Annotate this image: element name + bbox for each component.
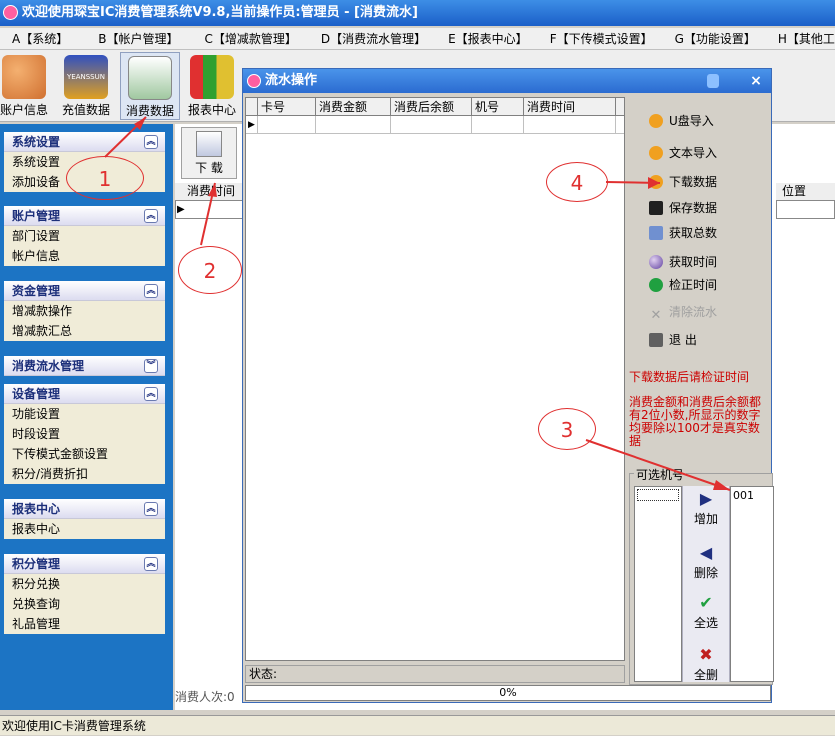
arrow-3 [585,439,731,491]
arrow-3-head [713,480,730,490]
arrow-4-head [648,177,660,189]
annotation-arrows [104,116,731,491]
arrow-2-head [208,183,217,197]
